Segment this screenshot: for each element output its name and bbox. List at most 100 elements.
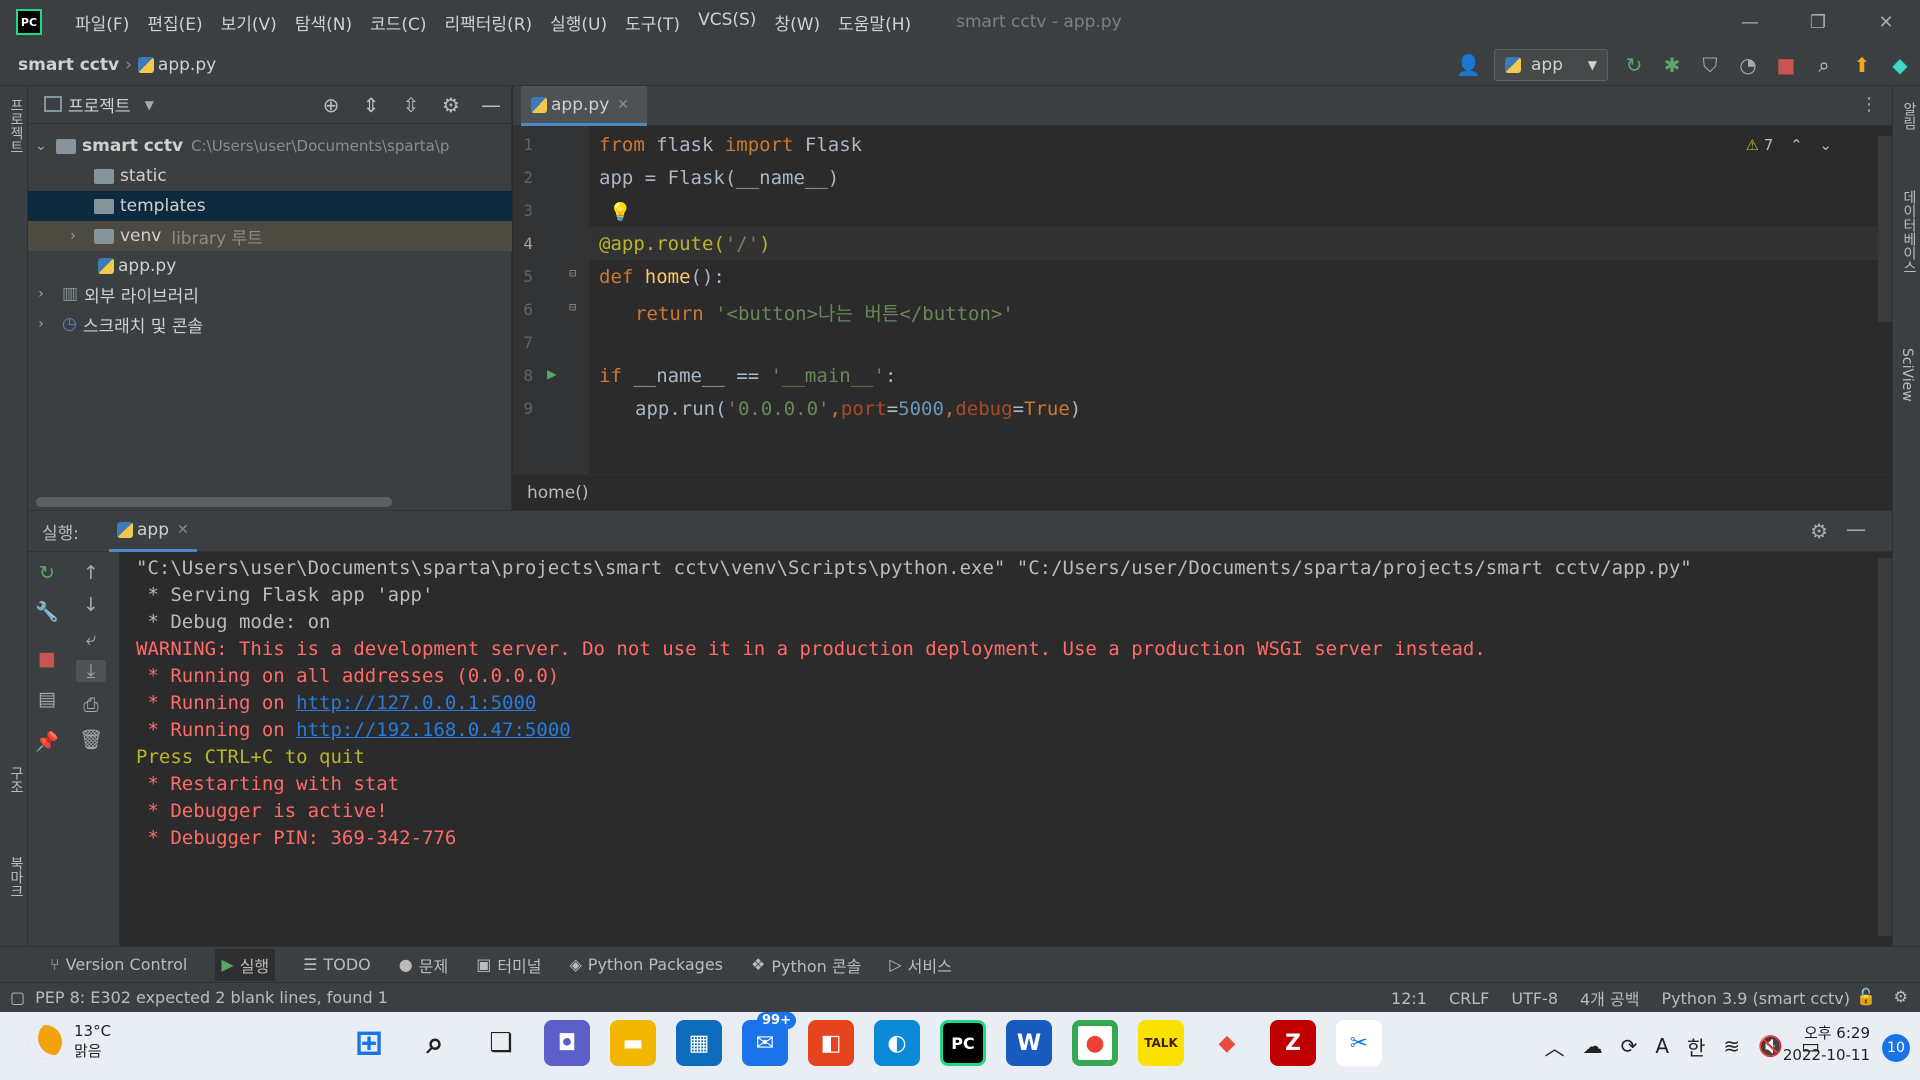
horizontal-scrollbar[interactable] bbox=[36, 497, 392, 507]
close-tab-icon[interactable]: ✕ bbox=[617, 97, 629, 113]
chevron-right-icon[interactable]: › bbox=[32, 316, 50, 332]
wifi-icon[interactable]: ≋ bbox=[1723, 1034, 1740, 1058]
caret-position[interactable]: 12:1 bbox=[1391, 989, 1427, 1008]
tool-run[interactable]: ▶ 실행 bbox=[215, 948, 276, 981]
lock-icon[interactable]: 🔓 bbox=[1856, 987, 1876, 1006]
chevron-right-icon[interactable]: › bbox=[32, 286, 50, 302]
sync-icon[interactable]: ⟳ bbox=[1621, 1034, 1638, 1058]
vertical-scrollbar[interactable] bbox=[1878, 558, 1892, 936]
file-encoding[interactable]: UTF-8 bbox=[1511, 989, 1558, 1008]
chevron-up-icon[interactable]: ︿ bbox=[1545, 1032, 1565, 1061]
tree-item-scratches[interactable]: › ◷ 스크래치 및 콘솔 bbox=[28, 309, 512, 339]
bookmarks-tool-tab[interactable]: 북마크 bbox=[6, 856, 26, 898]
notification-badge[interactable]: 10 bbox=[1882, 1034, 1910, 1062]
vertical-scrollbar[interactable] bbox=[1878, 136, 1892, 322]
tree-root[interactable]: ⌄ smart cctv C:\Users\user\Documents\spa… bbox=[28, 131, 512, 161]
windows-start-icon[interactable]: ⊞ bbox=[346, 1020, 392, 1066]
menu-window[interactable]: 창(W) bbox=[765, 10, 829, 35]
chevron-right-icon[interactable]: › bbox=[64, 228, 82, 244]
breadcrumb-project[interactable]: smart cctv bbox=[18, 55, 119, 75]
tab-run-app[interactable]: app ✕ bbox=[109, 510, 197, 552]
tool-terminal[interactable]: ▣ 터미널 bbox=[476, 953, 541, 977]
tree-item-static[interactable]: static bbox=[28, 161, 512, 191]
task-view-icon[interactable]: ❏ bbox=[478, 1020, 524, 1066]
file-explorer-icon[interactable]: ▬ bbox=[610, 1020, 656, 1066]
trash-icon[interactable]: 🗑 bbox=[76, 728, 106, 751]
chevron-down-icon[interactable]: ⌄ bbox=[1819, 136, 1832, 154]
console-link[interactable]: http://127.0.0.1:5000 bbox=[296, 692, 536, 714]
snipping-tool-icon[interactable]: ✂ bbox=[1336, 1020, 1382, 1066]
structure-tool-tab[interactable]: 구조 bbox=[6, 766, 26, 794]
rerun-icon[interactable]: ↻ bbox=[32, 562, 62, 584]
minimize-icon[interactable]: — bbox=[1716, 0, 1784, 44]
run-console[interactable]: "C:\Users\user\Documents\sparta\projects… bbox=[120, 552, 1892, 946]
gitkraken-icon[interactable]: ◆ bbox=[1204, 1020, 1250, 1066]
layout-toggle-icon[interactable]: ▢ bbox=[10, 988, 25, 1007]
collapse-all-icon[interactable]: ⇳ bbox=[399, 93, 423, 117]
code-editor[interactable]: 1 2 3 4 5 6 7 8 9 ▶ ⊟ ⊟ from flask impor… bbox=[513, 126, 1892, 474]
office-icon[interactable]: ◧ bbox=[808, 1020, 854, 1066]
menu-help[interactable]: 도움말(H) bbox=[829, 10, 920, 35]
tool-python-console[interactable]: ❖ Python 콘솔 bbox=[751, 953, 861, 977]
hide-icon[interactable]: — bbox=[1846, 517, 1866, 541]
pin-icon[interactable]: 📌 bbox=[32, 730, 62, 753]
filezilla-icon[interactable]: Z bbox=[1270, 1020, 1316, 1066]
interpreter[interactable]: Python 3.9 (smart cctv) bbox=[1661, 989, 1850, 1008]
user-icon[interactable]: 👤 bbox=[1456, 53, 1481, 77]
soft-wrap-icon[interactable]: ⤶ bbox=[76, 628, 106, 650]
fold-icon[interactable]: ⊟ bbox=[569, 266, 576, 280]
tree-item-external-libs[interactable]: › ▥ 외부 라이브러리 bbox=[28, 279, 512, 309]
update-icon[interactable]: ⬆ bbox=[1850, 53, 1874, 77]
breadcrumb-function[interactable]: home() bbox=[527, 483, 588, 503]
tool-services[interactable]: ▷ 서비스 bbox=[889, 953, 951, 977]
menu-navigate[interactable]: 탐색(N) bbox=[286, 10, 361, 35]
lightbulb-icon[interactable]: 💡 bbox=[609, 202, 631, 223]
run-gutter-icon[interactable]: ▶ bbox=[547, 364, 557, 383]
notifications-tool-tab[interactable]: 알림 bbox=[1899, 102, 1919, 130]
menu-edit[interactable]: 편집(E) bbox=[138, 10, 211, 35]
arrow-down-icon[interactable]: ↓ bbox=[76, 594, 106, 616]
menu-view[interactable]: 보기(V) bbox=[212, 10, 286, 35]
project-title[interactable]: 프로젝트 bbox=[68, 92, 131, 117]
tool-problems[interactable]: ● 문제 bbox=[399, 953, 448, 977]
arrow-up-icon[interactable]: ↑ bbox=[76, 562, 106, 584]
notifications-icon[interactable]: ⚙ bbox=[1894, 987, 1908, 1006]
wrench-icon[interactable]: 🔧 bbox=[32, 600, 62, 623]
tool-python-packages[interactable]: ◈ Python Packages bbox=[569, 955, 723, 974]
layout-icon[interactable]: ▤ bbox=[32, 688, 62, 710]
menu-tools[interactable]: 도구(T) bbox=[616, 10, 689, 35]
debug-icon[interactable]: ✱ bbox=[1660, 53, 1684, 77]
teams-chat-icon[interactable]: ◘ bbox=[544, 1020, 590, 1066]
clock[interactable]: 오후 6:29 2022-10-11 bbox=[1783, 1022, 1870, 1066]
menu-code[interactable]: 코드(C) bbox=[361, 10, 435, 35]
hide-icon[interactable]: — bbox=[479, 93, 503, 117]
scroll-to-end-icon[interactable]: ⤓ bbox=[76, 660, 106, 682]
chevron-down-icon[interactable]: ▼ bbox=[145, 98, 154, 112]
rerun-icon[interactable]: ↻ bbox=[1622, 53, 1646, 77]
sciview-tool-tab[interactable]: SciView bbox=[1899, 348, 1915, 402]
menu-run[interactable]: 실행(U) bbox=[541, 10, 616, 35]
volume-muted-icon[interactable]: 🔇 bbox=[1758, 1034, 1783, 1058]
word-icon[interactable]: W bbox=[1006, 1020, 1052, 1066]
font-icon[interactable]: A bbox=[1655, 1034, 1669, 1058]
profile-icon[interactable]: ◔ bbox=[1736, 53, 1760, 77]
tree-item-templates[interactable]: templates bbox=[28, 191, 512, 221]
tree-item-venv[interactable]: › venv library 루트 bbox=[28, 221, 512, 251]
tab-app-py[interactable]: app.py ✕ bbox=[521, 86, 647, 126]
ime-indicator[interactable]: 한 bbox=[1687, 1032, 1705, 1061]
tool-todo[interactable]: ☰ TODO bbox=[303, 955, 371, 974]
plugin-icon[interactable]: ◆ bbox=[1888, 53, 1912, 77]
locate-icon[interactable]: ⊕ bbox=[319, 93, 343, 117]
mail-icon[interactable]: ✉ 99+ bbox=[742, 1012, 796, 1066]
gear-icon[interactable]: ⚙ bbox=[439, 93, 463, 117]
project-tool-tab[interactable]: 프로젝트 bbox=[6, 98, 26, 154]
chrome-icon[interactable]: ● bbox=[1072, 1020, 1118, 1066]
chevron-up-icon[interactable]: ⌃ bbox=[1790, 136, 1803, 154]
tool-version-control[interactable]: ⑂ Version Control bbox=[50, 955, 187, 974]
edge-icon[interactable]: ◐ bbox=[874, 1020, 920, 1066]
database-tool-tab[interactable]: 데이터베이스 bbox=[1899, 190, 1919, 274]
menu-refactor[interactable]: 리팩터링(R) bbox=[436, 10, 542, 35]
indent-setting[interactable]: 4개 공백 bbox=[1580, 986, 1639, 1010]
more-icon[interactable]: ⋮ bbox=[1860, 94, 1878, 115]
search-icon[interactable]: ⌕ bbox=[1812, 53, 1836, 77]
